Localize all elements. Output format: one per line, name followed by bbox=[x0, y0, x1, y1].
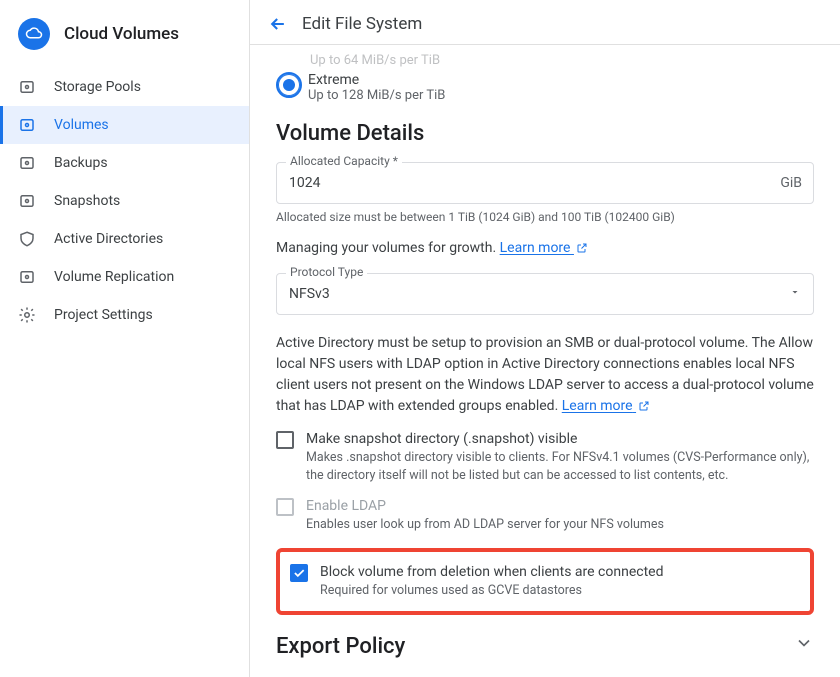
allocated-capacity-helper: Allocated size must be between 1 TiB (10… bbox=[276, 210, 814, 224]
ad-info-text: Active Directory must be setup to provis… bbox=[276, 333, 814, 417]
main-content: Edit File System Up to 64 MiB/s per TiB … bbox=[250, 0, 840, 677]
section-heading-volume-details: Volume Details bbox=[276, 121, 814, 146]
brand: Cloud Volumes bbox=[0, 10, 249, 68]
enable-ldap-option: Enable LDAP Enables user look up from AD… bbox=[276, 498, 814, 534]
sidebar-item-snapshots[interactable]: Snapshots bbox=[0, 182, 249, 220]
sidebar-item-label: Storage Pools bbox=[54, 79, 141, 95]
gear-icon bbox=[18, 306, 36, 324]
disk-icon bbox=[18, 268, 36, 286]
export-policy-header[interactable]: Export Policy bbox=[276, 633, 814, 659]
checkbox-icon[interactable] bbox=[290, 564, 308, 582]
sidebar-item-label: Volumes bbox=[54, 117, 109, 133]
sidebar-item-volumes[interactable]: Volumes bbox=[0, 106, 249, 144]
sidebar-item-label: Backups bbox=[54, 155, 108, 171]
radio-icon[interactable] bbox=[276, 72, 302, 98]
sidebar-item-label: Project Settings bbox=[54, 307, 153, 323]
checkbox-sub: Makes .snapshot directory visible to cli… bbox=[306, 449, 814, 484]
sidebar-item-project-settings[interactable]: Project Settings bbox=[0, 296, 249, 334]
arrow-left-icon bbox=[268, 14, 288, 34]
checkbox-icon bbox=[276, 498, 294, 516]
disk-icon bbox=[18, 154, 36, 172]
tier-option-extreme[interactable]: Extreme Up to 128 MiB/s per TiB bbox=[276, 72, 814, 103]
protocol-type-field: Protocol Type NFSv3 bbox=[276, 273, 814, 315]
field-label: Protocol Type bbox=[286, 265, 367, 279]
checkbox-label: Make snapshot directory (.snapshot) visi… bbox=[306, 431, 814, 447]
sidebar: Cloud Volumes Storage Pools Volumes Back… bbox=[0, 0, 250, 677]
external-link-icon bbox=[638, 400, 650, 412]
page-title: Edit File System bbox=[302, 14, 422, 34]
external-link-icon bbox=[576, 242, 588, 254]
growth-text: Managing your volumes for growth. Learn … bbox=[276, 238, 814, 259]
checkbox-icon[interactable] bbox=[276, 431, 294, 449]
field-label: Allocated Capacity * bbox=[286, 154, 402, 168]
sidebar-item-label: Active Directories bbox=[54, 231, 163, 247]
nav-list: Storage Pools Volumes Backups Snapshots … bbox=[0, 68, 249, 334]
learn-more-link[interactable]: Learn more bbox=[500, 240, 588, 256]
sidebar-item-storage-pools[interactable]: Storage Pools bbox=[0, 68, 249, 106]
snapshot-visibility-option[interactable]: Make snapshot directory (.snapshot) visi… bbox=[276, 431, 814, 484]
prev-tier-sub: Up to 64 MiB/s per TiB bbox=[310, 53, 814, 68]
checkbox-sub: Enables user look up from AD LDAP server… bbox=[306, 516, 664, 534]
protocol-type-select[interactable]: NFSv3 bbox=[276, 273, 814, 315]
tier-label: Extreme bbox=[308, 72, 445, 88]
allocated-capacity-field: Allocated Capacity * GiB bbox=[276, 162, 814, 204]
chevron-down-icon bbox=[789, 286, 801, 302]
checkbox-label: Enable LDAP bbox=[306, 498, 664, 514]
checkbox-sub: Required for volumes used as GCVE datast… bbox=[320, 582, 663, 600]
disk-icon bbox=[18, 192, 36, 210]
topbar: Edit File System bbox=[250, 0, 840, 45]
chevron-down-icon bbox=[794, 633, 814, 659]
back-button[interactable] bbox=[268, 14, 288, 34]
sidebar-item-backups[interactable]: Backups bbox=[0, 144, 249, 182]
sidebar-item-volume-replication[interactable]: Volume Replication bbox=[0, 258, 249, 296]
select-value: NFSv3 bbox=[289, 286, 330, 302]
unit-label: GiB bbox=[780, 175, 802, 191]
brand-title: Cloud Volumes bbox=[64, 24, 179, 44]
section-heading-export-policy: Export Policy bbox=[276, 634, 405, 659]
sidebar-item-label: Volume Replication bbox=[54, 269, 174, 285]
disk-icon bbox=[18, 116, 36, 134]
block-deletion-option[interactable]: Block volume from deletion when clients … bbox=[290, 564, 800, 600]
sidebar-item-label: Snapshots bbox=[54, 193, 120, 209]
tier-sub: Up to 128 MiB/s per TiB bbox=[308, 88, 445, 103]
cloud-icon bbox=[18, 18, 50, 50]
shield-icon bbox=[18, 230, 36, 248]
highlight-box: Block volume from deletion when clients … bbox=[276, 548, 814, 616]
checkbox-label: Block volume from deletion when clients … bbox=[320, 564, 663, 580]
sidebar-item-active-directories[interactable]: Active Directories bbox=[0, 220, 249, 258]
check-icon bbox=[292, 566, 306, 580]
disk-icon bbox=[18, 78, 36, 96]
learn-more-link[interactable]: Learn more bbox=[562, 398, 650, 414]
allocated-capacity-input[interactable] bbox=[276, 162, 814, 204]
